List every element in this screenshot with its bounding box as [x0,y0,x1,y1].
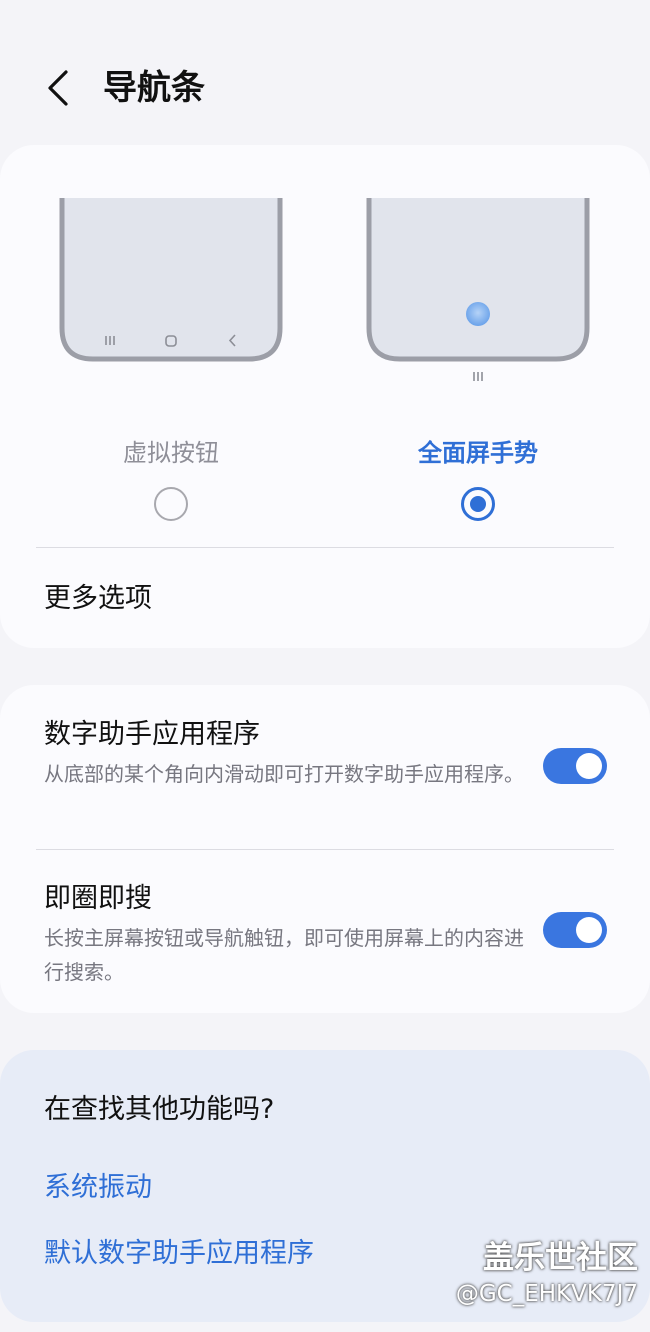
watermark-site: 盖乐世社区 [483,1240,638,1276]
watermark-user: @GC_EHKVK7J7 [455,1281,638,1307]
system-vibration-link[interactable]: 系统振动 [44,1168,152,1208]
digital-assistant-description: 从底部的某个角向内滑动即可打开数字助手应用程序。 [44,762,524,786]
gesture-touch-icon [466,302,490,326]
circle-to-search-description: 长按主屏幕按钮或导航触钮，即可使用屏幕上的内容进行搜索。 [44,926,524,984]
header: 导航条 [0,0,650,160]
circle-to-search-toggle[interactable] [543,912,607,948]
divider [36,547,614,548]
back-button[interactable] [38,64,78,112]
page-title: 导航条 [103,68,205,108]
toggle-knob [576,917,602,943]
digital-assistant-toggle[interactable] [543,748,607,784]
swipe-gestures-preview[interactable] [366,198,590,381]
looking-for-title: 在查找其他功能吗? [44,1094,275,1125]
gesture-hint-icon [473,372,483,381]
virtual-buttons-preview[interactable] [59,198,283,362]
more-options-item[interactable]: 更多选项 [44,579,152,619]
default-assistant-link[interactable]: 默认数字助手应用程序 [44,1234,314,1274]
radio-selected-dot [470,496,486,512]
swipe-gestures-label[interactable]: 全面屏手势 [358,433,598,468]
chevron-left-icon [48,70,68,106]
navigation-type-card: 虚拟按钮 全面屏手势 更多选项 [0,145,650,648]
assistant-settings-card: 数字助手应用程序 从底部的某个角向内滑动即可打开数字助手应用程序。 即圈即搜 长… [0,685,650,1013]
virtual-buttons-radio[interactable] [154,487,188,521]
digital-assistant-title: 数字助手应用程序 [44,719,260,750]
swipe-gestures-radio[interactable] [461,487,495,521]
virtual-buttons-label[interactable]: 虚拟按钮 [51,433,291,468]
divider [36,849,614,850]
toggle-knob [576,753,602,779]
circle-to-search-title: 即圈即搜 [44,883,152,914]
